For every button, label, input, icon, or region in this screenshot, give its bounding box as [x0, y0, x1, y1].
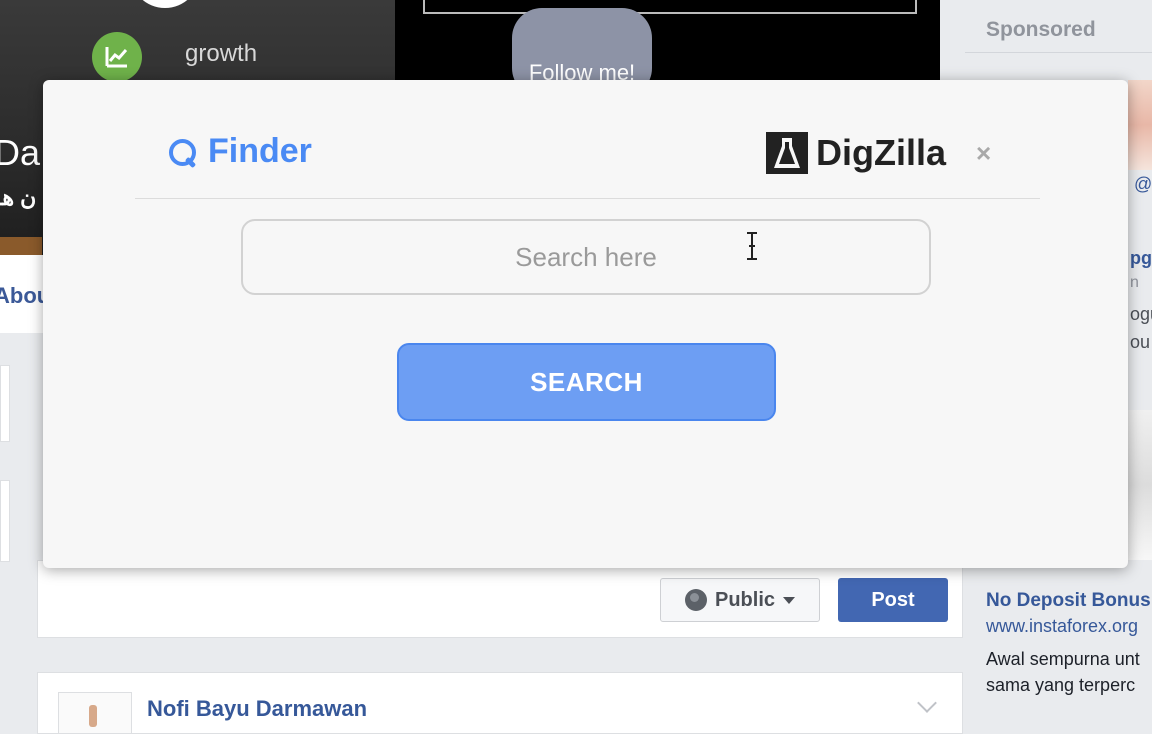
- digzilla-logo-icon: [766, 132, 808, 174]
- side-tab: [0, 365, 10, 442]
- cover-subtitle-fragment: ن هـ: [0, 185, 37, 210]
- ad-title-link[interactable]: No Deposit Bonus: [986, 590, 1151, 612]
- ad-url-link[interactable]: www.instaforex.org: [986, 616, 1138, 637]
- privacy-label: Public: [714, 588, 775, 611]
- post-author-link[interactable]: Nofi Bayu Darmawan: [147, 696, 367, 722]
- line-chart-icon: [92, 32, 142, 82]
- search-icon: [168, 137, 198, 168]
- ad-text-fragment: n: [1130, 274, 1139, 291]
- cover-photo-right: [395, 0, 940, 80]
- avatar[interactable]: [58, 692, 132, 734]
- privacy-selector[interactable]: Public: [660, 578, 820, 622]
- cover-strip: [0, 237, 42, 255]
- cover-frame-line: [423, 0, 917, 14]
- ad-text-fragment: @: [1134, 174, 1152, 194]
- divider: [135, 198, 1040, 199]
- search-button[interactable]: SEARCH: [397, 343, 776, 421]
- ad-image[interactable]: [1128, 410, 1152, 560]
- close-icon[interactable]: ×: [976, 138, 991, 169]
- growth-label: growth: [185, 40, 258, 67]
- ad-body-line: sama yang terperc: [986, 675, 1136, 695]
- ad-text-fragment: ou: [1130, 332, 1151, 352]
- caret-down-icon: [783, 596, 795, 604]
- finder-header: Finder: [168, 132, 312, 171]
- ad-text-fragment: ogu: [1130, 304, 1152, 324]
- post-button[interactable]: Post: [838, 578, 948, 622]
- sponsored-heading: Sponsored: [986, 18, 1096, 41]
- cover-name-fragment: Da: [0, 132, 41, 173]
- finder-title: Finder: [208, 132, 312, 170]
- brand-logo: DigZilla: [766, 132, 946, 174]
- search-input[interactable]: [241, 219, 931, 295]
- post-composer-card: [37, 560, 963, 638]
- ad-image[interactable]: [1128, 80, 1152, 170]
- globe-icon: [684, 589, 707, 611]
- ad-text-fragment[interactable]: pg: [1130, 248, 1152, 269]
- text-cursor-icon: [747, 232, 757, 260]
- divider: [965, 52, 1152, 53]
- ad-body-text: Awal sempurna unt sama yang terperc: [986, 646, 1152, 698]
- side-tab: [0, 480, 10, 562]
- brand-name: DigZilla: [816, 132, 947, 173]
- ad-body-line: Awal sempurna unt: [986, 649, 1140, 669]
